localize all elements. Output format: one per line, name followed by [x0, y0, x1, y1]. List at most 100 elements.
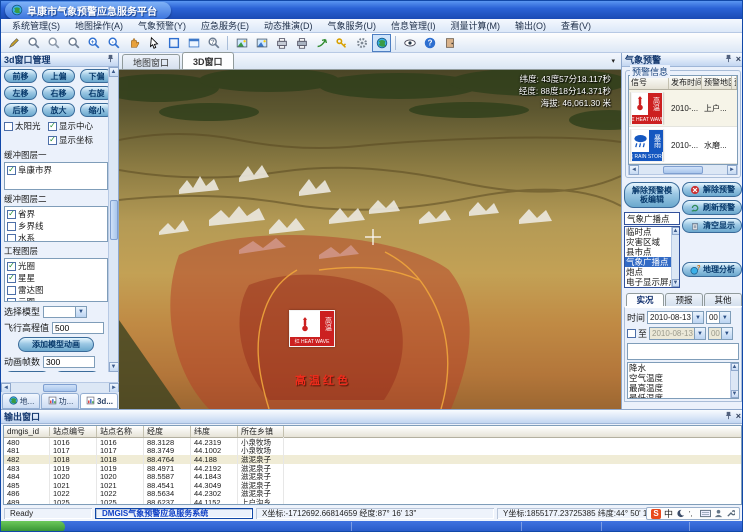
- chevron-down-icon[interactable]: ▼: [692, 312, 703, 323]
- zoom-out-icon[interactable]: -: [104, 34, 123, 52]
- point-list-item[interactable]: 县市点: [625, 247, 671, 257]
- checkbox-item[interactable]: 太阳光: [4, 120, 48, 132]
- point-list-item[interactable]: 灾害区域: [625, 237, 671, 247]
- checkbox-item[interactable]: 乡界线: [7, 220, 105, 232]
- frame-count-input[interactable]: [43, 356, 95, 368]
- map-heat-wave-marker[interactable]: 高温红 HEAT WAVE: [289, 310, 335, 347]
- element-list-item[interactable]: 最高温度: [628, 383, 730, 393]
- menu-item[interactable]: 输出(O): [508, 19, 553, 32]
- checkbox-item[interactable]: ✓显示中心: [48, 120, 108, 132]
- menu-item[interactable]: 系统管理(S): [5, 19, 67, 32]
- pin-icon[interactable]: [724, 411, 733, 422]
- globe-3d-icon[interactable]: [372, 34, 391, 52]
- menu-item[interactable]: 气象服务(U): [321, 19, 384, 32]
- checkbox-item[interactable]: ✓星星: [7, 272, 105, 284]
- model-animation-button[interactable]: 模型动画: [4, 371, 50, 372]
- zoom-in-icon[interactable]: +: [84, 34, 103, 52]
- close-icon[interactable]: ×: [736, 55, 741, 64]
- table-row[interactable]: 4891025102588.623744.1152上户沟乡: [4, 498, 741, 505]
- geo-analysis-button[interactable]: ?地理分析: [682, 262, 742, 277]
- panel-tab[interactable]: 地...: [2, 393, 40, 409]
- close-icon[interactable]: ×: [736, 412, 741, 421]
- panel-tab[interactable]: 3d...: [80, 393, 118, 409]
- print-icon[interactable]: [272, 34, 291, 52]
- panel-tab[interactable]: 功...: [41, 393, 79, 409]
- box-select-icon[interactable]: [44, 34, 63, 52]
- table-row[interactable]: 4861022102288.563444.2302滋泥泉子: [4, 490, 741, 499]
- nav-button[interactable]: 上偏: [42, 69, 75, 83]
- chinese-mode-icon[interactable]: 中: [664, 509, 673, 519]
- hour-combo[interactable]: 00▼: [706, 311, 731, 324]
- print-preview-icon[interactable]: [292, 34, 311, 52]
- snapshot-icon[interactable]: [252, 34, 271, 52]
- full-extent-icon[interactable]: [164, 34, 183, 52]
- nav-button[interactable]: 缩小: [80, 103, 108, 117]
- element-list-item[interactable]: 最低温度: [628, 393, 730, 399]
- checkbox-item[interactable]: ✓省界: [7, 208, 105, 220]
- left-panel-vscrollbar[interactable]: ▲▼: [108, 67, 118, 372]
- scroll-right-icon[interactable]: ►: [727, 165, 737, 175]
- table-row[interactable]: 4821018101888.476444.188滋泥泉子: [4, 455, 741, 464]
- checkbox-item[interactable]: ✓显示坐标: [48, 134, 108, 146]
- checkbox-item[interactable]: ✓光圈: [7, 260, 105, 272]
- model-select[interactable]: ▼: [43, 306, 87, 318]
- scroll-down-icon[interactable]: ▼: [109, 362, 119, 372]
- checkbox-item[interactable]: 雷达图: [7, 284, 105, 296]
- menu-item[interactable]: 气象预警(Y): [131, 19, 193, 32]
- pointer-icon[interactable]: [144, 34, 163, 52]
- wrench-icon[interactable]: [726, 509, 735, 518]
- terrain-3d-view[interactable]: 纬度: 43度57分18.117秒经度: 88度18分14.371秒海拔: 46…: [119, 70, 621, 409]
- point-list-scrollbar[interactable]: ▲▼: [671, 227, 679, 287]
- nav-button[interactable]: 右旋: [80, 86, 108, 100]
- chevron-down-icon[interactable]: ▼: [75, 307, 86, 317]
- zoom-window-icon[interactable]: [64, 34, 83, 52]
- tab-实况[interactable]: 实况: [626, 293, 664, 306]
- warning-row[interactable]: 高温红 HEAT WAVE2010-...上户...: [629, 90, 737, 127]
- pin-icon[interactable]: [106, 54, 115, 65]
- pan-hand-icon[interactable]: [124, 34, 143, 52]
- refresh-warning-button[interactable]: 刷新预警: [682, 200, 742, 215]
- clear-display-button[interactable]: 清空显示: [682, 218, 742, 233]
- keyboard-icon[interactable]: [700, 509, 711, 518]
- nav-button[interactable]: 后移: [4, 103, 37, 117]
- table-row[interactable]: 4831019101988.497144.2192滋泥泉子: [4, 464, 741, 473]
- warning-table-hscrollbar[interactable]: ◄►: [628, 165, 738, 175]
- menu-item[interactable]: 测量计算(M): [444, 19, 508, 32]
- table-row[interactable]: 4851021102188.454144.3049滋泥泉子: [4, 481, 741, 490]
- punctuation-icon[interactable]: ’,: [688, 509, 697, 518]
- pin-icon[interactable]: [724, 54, 733, 65]
- table-row[interactable]: 4841020102088.558744.1843滋泥泉子: [4, 472, 741, 481]
- zoom-select-icon[interactable]: [24, 34, 43, 52]
- nav-button[interactable]: 左移: [4, 86, 37, 100]
- scroll-right-icon[interactable]: ►: [109, 383, 119, 393]
- point-type-combo[interactable]: 气象广播点: [624, 212, 680, 225]
- add-model-animation-button[interactable]: 添加模型动画: [18, 337, 94, 352]
- pencil-icon[interactable]: [4, 34, 23, 52]
- image-layer-icon[interactable]: [232, 34, 251, 52]
- element-list-item[interactable]: 空气温度: [628, 373, 730, 383]
- nav-button[interactable]: 下偏: [80, 69, 108, 83]
- chevron-down-icon[interactable]: ▼: [719, 312, 730, 323]
- menu-item[interactable]: 应急服务(E): [194, 19, 256, 32]
- menu-item[interactable]: 信息管理(I): [384, 19, 443, 32]
- point-list-item[interactable]: 电子显示屏点: [625, 277, 671, 287]
- remove-warning-button[interactable]: 解除预警: [682, 182, 742, 197]
- element-list-item[interactable]: 降水: [628, 363, 730, 373]
- to-checkbox[interactable]: [627, 329, 636, 338]
- scroll-up-icon[interactable]: ▲: [109, 67, 119, 77]
- element-list-scrollbar[interactable]: ▲▼: [730, 363, 738, 398]
- point-list-item[interactable]: 炮点: [625, 267, 671, 277]
- menu-item[interactable]: 地图操作(A): [68, 19, 130, 32]
- tab-3d-window[interactable]: 3D窗口: [182, 52, 234, 69]
- moon-icon[interactable]: [676, 509, 685, 518]
- stop-animation-button[interactable]: 停止动画: [54, 371, 100, 372]
- tab-menu-icon[interactable]: ▾: [611, 57, 615, 65]
- eye-icon[interactable]: [400, 34, 419, 52]
- warning-row[interactable]: 暴雨蓝 RAIN STORM2010-...水磨...: [629, 127, 737, 164]
- start-button[interactable]: [1, 521, 65, 532]
- sogou-icon[interactable]: S: [651, 509, 661, 519]
- date-combo[interactable]: 2010-08-13▼: [647, 311, 704, 324]
- fly-path-icon[interactable]: [312, 34, 331, 52]
- selected-elements-box[interactable]: [627, 343, 739, 360]
- menu-item[interactable]: 动态推演(D): [257, 19, 320, 32]
